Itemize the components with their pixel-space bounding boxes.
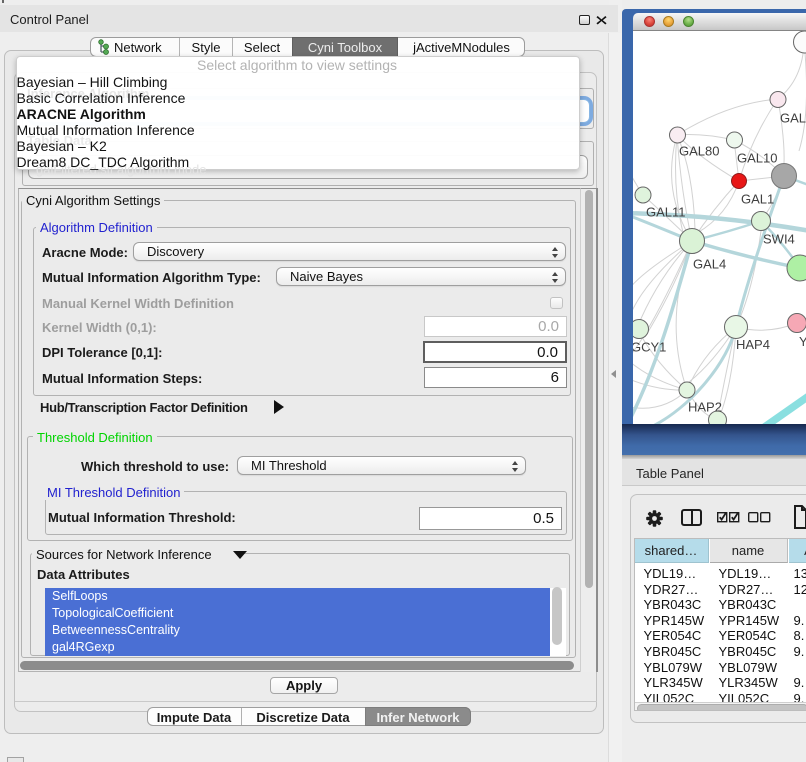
svg-text:GAL: GAL — [780, 110, 806, 125]
svg-text:GAL4: GAL4 — [693, 256, 726, 271]
svg-text:Y: Y — [799, 334, 806, 349]
svg-text:GAL1: GAL1 — [741, 191, 774, 206]
svg-text:GAL10: GAL10 — [737, 150, 777, 165]
svg-text:HAP2: HAP2 — [688, 399, 722, 414]
svg-text:GAL11: GAL11 — [646, 204, 686, 219]
svg-text:HAP4: HAP4 — [736, 337, 770, 352]
svg-text:SWI4: SWI4 — [763, 231, 795, 246]
svg-text:GCY1: GCY1 — [633, 339, 666, 354]
svg-text:GAL80: GAL80 — [679, 143, 719, 158]
